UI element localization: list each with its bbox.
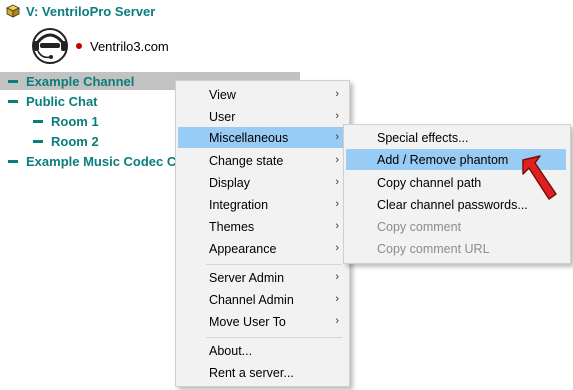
user-row[interactable]: Ventrilo3.com xyxy=(30,26,169,66)
menu-item-rent-a-server[interactable]: Rent a server... xyxy=(178,362,345,383)
menu-item-label: Integration xyxy=(209,197,269,212)
submenu-item-label: Special effects... xyxy=(377,130,469,145)
submenu-item-label: Copy comment URL xyxy=(377,241,490,256)
channel-label: Room 1 xyxy=(51,113,99,129)
menu-item-label: Move User To xyxy=(209,314,286,329)
menu-item-label: Rent a server... xyxy=(209,365,294,380)
server-name: V: VentriloPro Server xyxy=(26,3,156,19)
submenu-arrow-icon: › xyxy=(335,220,339,232)
menu-item-appearance[interactable]: Appearance › xyxy=(178,238,345,259)
submenu-arrow-icon: › xyxy=(335,88,339,100)
submenu-item-copy-comment-url: Copy comment URL xyxy=(346,238,566,259)
channel-collapse-icon xyxy=(8,159,18,163)
submenu-arrow-icon: › xyxy=(335,110,339,122)
submenu-item-special-effects[interactable]: Special effects... xyxy=(346,127,566,148)
menu-item-label: Appearance xyxy=(209,241,277,256)
server-cube-icon xyxy=(6,4,20,18)
menu-item-miscellaneous[interactable]: Miscellaneous › xyxy=(178,127,345,148)
user-status-dot xyxy=(76,43,82,49)
channel-public-chat[interactable]: Public Chat xyxy=(8,92,98,110)
channel-collapse-icon xyxy=(33,139,43,143)
menu-separator xyxy=(206,337,342,338)
user-name: Ventrilo3.com xyxy=(90,38,169,54)
menu-item-label: Display xyxy=(209,175,250,190)
submenu-item-label: Copy comment xyxy=(377,219,462,234)
menu-item-label: About... xyxy=(209,343,253,358)
menu-item-themes[interactable]: Themes › xyxy=(178,216,345,237)
channel-label: Room 2 xyxy=(51,133,99,149)
submenu-item-copy-comment: Copy comment xyxy=(346,216,566,237)
channel-label: Public Chat xyxy=(26,93,98,109)
menu-item-display[interactable]: Display › xyxy=(178,172,345,193)
submenu-item-label: Clear channel passwords... xyxy=(377,197,528,212)
menu-item-move-user-to[interactable]: Move User To › xyxy=(178,311,345,332)
menu-item-about[interactable]: About... xyxy=(178,340,345,361)
menu-item-label: Change state xyxy=(209,153,284,168)
red-pointer-arrow-icon xyxy=(522,155,557,200)
menu-item-label: Miscellaneous xyxy=(209,130,289,145)
menu-item-channel-admin[interactable]: Channel Admin › xyxy=(178,289,345,310)
channel-room-1[interactable]: Room 1 xyxy=(33,112,99,130)
channel-example-music-codec[interactable]: Example Music Codec C xyxy=(8,152,176,170)
server-row[interactable]: V: VentriloPro Server xyxy=(6,2,155,20)
submenu-item-label: Copy channel path xyxy=(377,175,482,190)
submenu-arrow-icon: › xyxy=(335,315,339,327)
submenu-arrow-icon: › xyxy=(335,154,339,166)
menu-item-label: Channel Admin xyxy=(209,292,294,307)
submenu-arrow-icon: › xyxy=(335,271,339,283)
channel-collapse-icon xyxy=(8,99,18,103)
submenu-arrow-icon: › xyxy=(335,293,339,305)
menu-item-label: Server Admin xyxy=(209,270,285,285)
channel-collapse-icon xyxy=(8,79,18,83)
menu-item-label: User xyxy=(209,109,236,124)
menu-separator xyxy=(206,264,342,265)
submenu-item-label: Add / Remove phantom xyxy=(377,152,509,167)
menu-item-view[interactable]: View › xyxy=(178,84,345,105)
menu-item-server-admin[interactable]: Server Admin › xyxy=(178,267,345,288)
channel-collapse-icon xyxy=(33,119,43,123)
headset-avatar-icon xyxy=(32,28,68,64)
channel-label: Example Channel xyxy=(26,73,135,89)
menu-item-integration[interactable]: Integration › xyxy=(178,194,345,215)
submenu-arrow-icon: › xyxy=(335,131,339,143)
context-menu: View › User › Miscellaneous › Change sta… xyxy=(175,80,350,387)
channel-room-2[interactable]: Room 2 xyxy=(33,132,99,150)
menu-item-label: Themes xyxy=(209,219,255,234)
menu-item-user[interactable]: User › xyxy=(178,106,345,127)
channel-label: Example Music Codec C xyxy=(26,153,177,169)
submenu-arrow-icon: › xyxy=(335,198,339,210)
submenu-arrow-icon: › xyxy=(335,176,339,188)
submenu-arrow-icon: › xyxy=(335,242,339,254)
menu-item-label: View xyxy=(209,87,236,102)
menu-item-change-state[interactable]: Change state › xyxy=(178,150,345,171)
